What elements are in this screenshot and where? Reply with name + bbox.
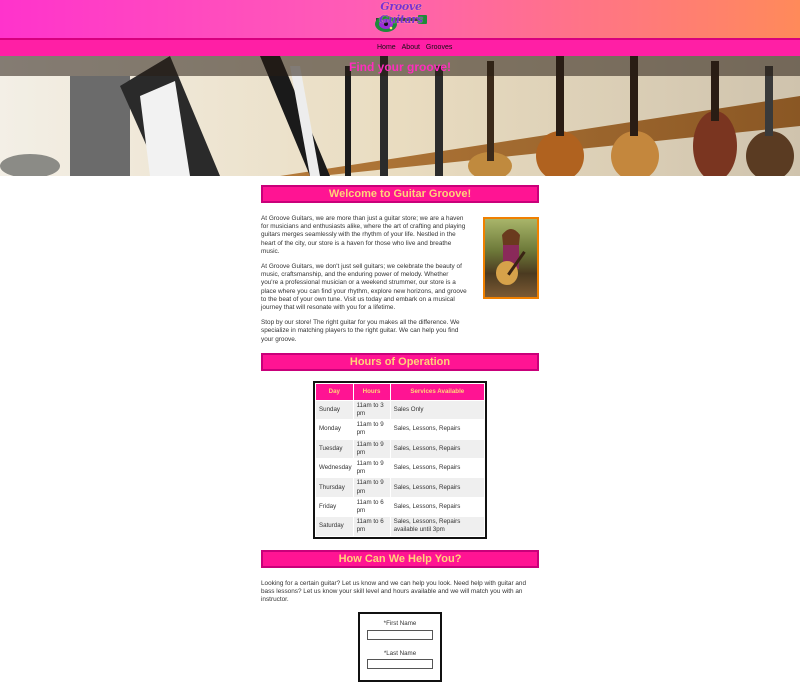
cell-day: Thursday bbox=[316, 478, 353, 497]
table-row: Friday 11am to 6 pm Sales, Lessons, Repa… bbox=[316, 497, 484, 517]
welcome-paragraph-2: At Groove Guitars, we don't just sell gu… bbox=[261, 263, 467, 312]
contact-form: *First Name *Last Name bbox=[358, 612, 442, 682]
nav-item-about[interactable]: About bbox=[402, 44, 420, 51]
cell-hours: 11am to 3 pm bbox=[353, 400, 390, 420]
cell-day: Tuesday bbox=[316, 439, 353, 459]
hours-header-row: Day Hours Services Available bbox=[316, 383, 484, 400]
welcome-section: At Groove Guitars, we are more than just… bbox=[261, 215, 539, 344]
hero-title: Find your groove! bbox=[349, 60, 451, 74]
table-row: Tuesday 11am to 9 pm Sales, Lessons, Rep… bbox=[316, 439, 484, 459]
main-content: Welcome to Guitar Groove! At Groove Guit… bbox=[261, 185, 539, 682]
cell-services: Sales, Lessons, Repairs bbox=[390, 420, 484, 439]
cell-day: Monday bbox=[316, 420, 353, 439]
site-header: Groove Guitars bbox=[0, 0, 800, 38]
cell-services: Sales, Lessons, Repairs bbox=[390, 497, 484, 517]
logo-text: Groove Guitars bbox=[379, 0, 423, 26]
nav-item-grooves[interactable]: Grooves bbox=[426, 44, 452, 51]
table-row: Monday 11am to 9 pm Sales, Lessons, Repa… bbox=[316, 420, 484, 439]
hours-section: Hours of Operation Day Hours Services Av… bbox=[261, 352, 539, 539]
help-heading: How Can We Help You? bbox=[261, 549, 539, 568]
help-text: Looking for a certain guitar? Let us kno… bbox=[261, 579, 527, 604]
last-name-label: *Last Name bbox=[383, 649, 417, 657]
cell-hours: 11am to 9 pm bbox=[353, 439, 390, 459]
table-row: Sunday 11am to 3 pm Sales Only bbox=[316, 400, 484, 420]
first-name-input[interactable] bbox=[367, 629, 433, 640]
cell-hours: 11am to 9 pm bbox=[353, 420, 390, 439]
table-row: Thursday 11am to 9 pm Sales, Lessons, Re… bbox=[316, 478, 484, 497]
guitarist-photo bbox=[483, 217, 539, 299]
cell-services: Sales, Lessons, Repairs bbox=[390, 459, 484, 478]
column-header-day: Day bbox=[316, 383, 353, 400]
guitarist-illustration bbox=[496, 229, 526, 285]
column-header-hours: Hours bbox=[353, 383, 390, 400]
cell-hours: 11am to 9 pm bbox=[353, 478, 390, 497]
cell-services: Sales Only bbox=[390, 400, 484, 420]
cell-day: Saturday bbox=[316, 517, 353, 536]
welcome-paragraph-1: At Groove Guitars, we are more than just… bbox=[261, 215, 466, 255]
cell-hours: 11am to 6 pm bbox=[353, 517, 390, 536]
help-section: How Can We Help You? Looking for a certa… bbox=[261, 549, 539, 682]
welcome-paragraph-3: Stop by our store! The right guitar for … bbox=[261, 319, 460, 343]
hours-table: Day Hours Services Available Sunday 11am… bbox=[313, 380, 487, 539]
cell-hours: 11am to 6 pm bbox=[353, 497, 390, 517]
cell-services: Sales, Lessons, Repairs bbox=[390, 478, 484, 497]
hero-image: Find your groove! bbox=[0, 56, 800, 176]
hours-heading: Hours of Operation bbox=[261, 352, 539, 371]
first-name-label: *First Name bbox=[383, 620, 417, 628]
welcome-heading: Welcome to Guitar Groove! bbox=[261, 185, 539, 203]
last-name-input[interactable] bbox=[367, 658, 433, 669]
cell-services: Sales, Lessons, Repairs available until … bbox=[390, 517, 484, 536]
cell-hours: 11am to 9 pm bbox=[353, 459, 390, 478]
cell-day: Wednesday bbox=[316, 459, 353, 478]
logo[interactable]: Groove Guitars bbox=[372, 0, 430, 38]
cell-day: Friday bbox=[316, 497, 353, 517]
cell-day: Sunday bbox=[316, 400, 353, 420]
main-nav: Home About Grooves bbox=[0, 38, 800, 56]
table-row: Wednesday 11am to 9 pm Sales, Lessons, R… bbox=[316, 459, 484, 478]
column-header-services: Services Available bbox=[390, 383, 484, 400]
cell-services: Sales, Lessons, Repairs bbox=[390, 439, 484, 459]
table-row: Saturday 11am to 6 pm Sales, Lessons, Re… bbox=[316, 517, 484, 536]
nav-item-home[interactable]: Home bbox=[377, 44, 396, 51]
